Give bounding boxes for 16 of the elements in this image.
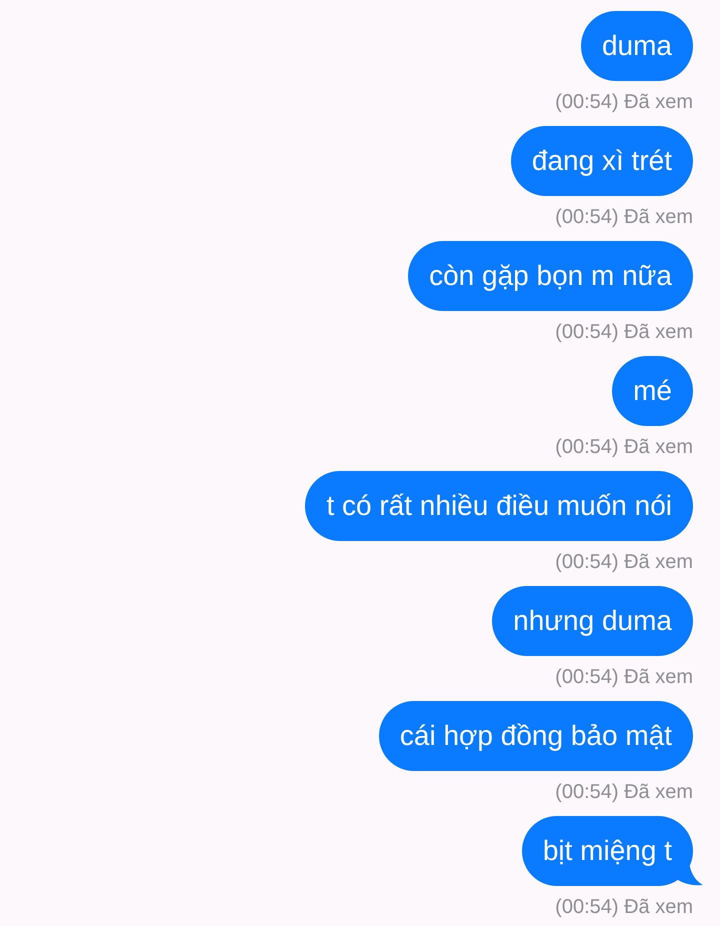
message-status: (00:54) Đã xem: [555, 320, 693, 344]
message-status: (00:54) Đã xem: [555, 550, 693, 574]
message-status: (00:54) Đã xem: [555, 895, 693, 919]
message-status: (00:54) Đã xem: [555, 435, 693, 459]
message-status: (00:54) Đã xem: [555, 780, 693, 804]
message-bubble: duma: [580, 11, 693, 81]
message-bubble: t có rất nhiều điều muốn nói: [305, 471, 693, 541]
message-status: (00:54) Đã xem: [555, 665, 693, 689]
message-status: (00:54) Đã xem: [555, 205, 693, 229]
message-bubble: đang xì trét: [510, 126, 693, 196]
message-bubble: bịt miệng t: [522, 816, 693, 886]
message-bubble: nhưng duma: [492, 586, 693, 656]
message-status: (00:54) Đã xem: [555, 90, 693, 114]
message-bubble: mé: [612, 356, 693, 426]
message-bubble: còn gặp bọn m nữa: [408, 241, 693, 311]
message-bubble: cái hợp đồng bảo mật: [378, 701, 693, 771]
